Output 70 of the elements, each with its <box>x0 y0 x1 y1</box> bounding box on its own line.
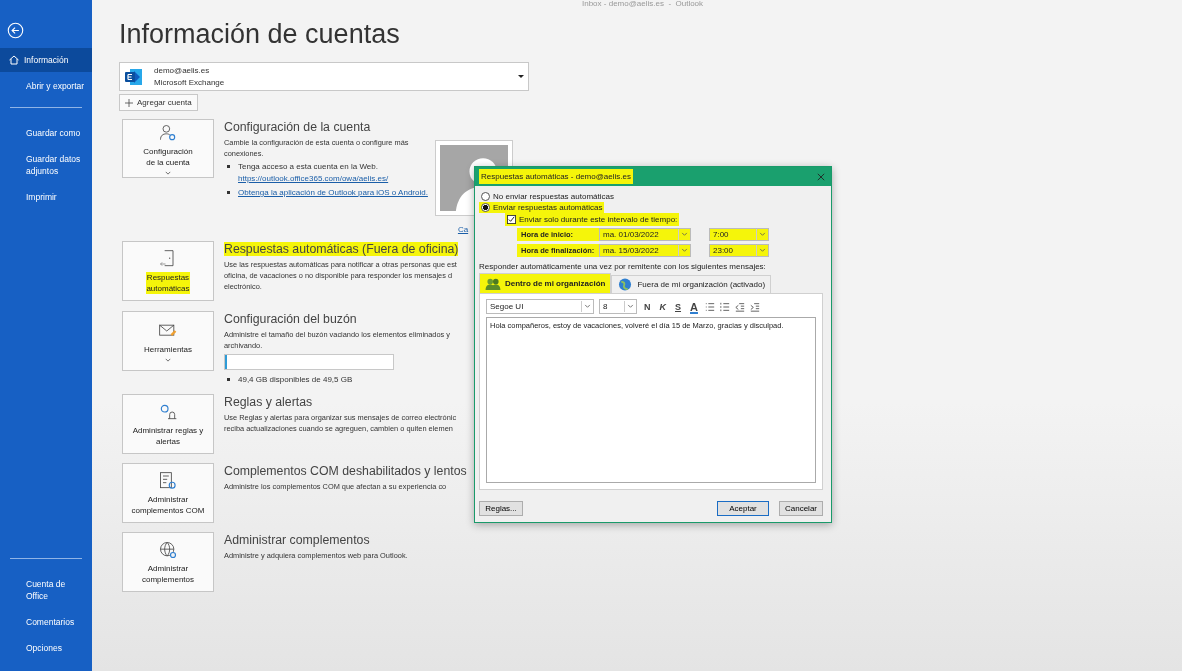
dropdown-arrow-icon <box>518 75 524 78</box>
sidebar-item[interactable]: Abrir y exportar <box>0 74 92 98</box>
sidebar-item[interactable]: Cuenta de Office <box>0 572 92 608</box>
dialog-button[interactable]: Reglas... <box>479 501 523 516</box>
exchange-logo <box>124 66 144 87</box>
font-selector[interactable]: Segoe UI <box>486 299 594 314</box>
checkbox-label: Enviar solo durante este intervalo de tiempo: <box>519 215 678 224</box>
link[interactable]: https://outlook.office365.com/owa/aelis.es/ <box>238 173 389 185</box>
radio-label: No enviar respuestas automáticas <box>493 192 614 201</box>
add-account-button[interactable]: Agregar cuenta <box>119 94 198 111</box>
bullet-list-icon[interactable] <box>704 301 715 312</box>
plus-icon <box>125 98 133 107</box>
chevron-icon <box>756 245 768 256</box>
decrease-indent-icon[interactable] <box>734 301 745 312</box>
checkbox[interactable] <box>507 215 516 224</box>
change-link[interactable]: Ca <box>457 225 469 234</box>
tile-button[interactable]: Administrar complementos <box>122 532 214 592</box>
chevron-icon <box>678 245 690 256</box>
tile-button[interactable]: Respuestas automáticas <box>122 241 214 301</box>
time-picker[interactable]: 7:00 <box>709 228 769 241</box>
radio-label: Enviar respuestas automáticas <box>493 203 603 212</box>
account-selector[interactable]: demo@aelis.es Microsoft Exchange <box>119 62 529 91</box>
chevron-icon <box>581 301 593 312</box>
window-title: Inbox - demo@aelis.es - Outlook <box>582 0 705 9</box>
chevron-icon <box>756 229 768 240</box>
section-heading: Complementos COM deshabilitados y lentos <box>224 464 467 478</box>
tab[interactable]: Fuera de mi organización (activado) <box>611 275 772 293</box>
format-button[interactable]: A <box>688 300 700 313</box>
bullet-text: Tenga acceso a esta cuenta en la Web. <box>238 161 379 173</box>
format-button[interactable]: K <box>657 301 668 312</box>
sidebar-item[interactable]: Guardar datos adjuntos <box>0 147 92 183</box>
storage-text: 49,4 GB disponibles de 49,5 GB <box>238 374 353 386</box>
radio-button[interactable] <box>481 203 490 212</box>
sidebar-item[interactable]: Comentarios <box>0 610 92 634</box>
increase-indent-icon[interactable] <box>749 301 760 312</box>
sidebar-item[interactable]: Guardar como <box>0 121 92 145</box>
section-heading: Administrar complementos <box>224 533 370 547</box>
chevron-icon <box>678 229 690 240</box>
tile-button[interactable]: Herramientas <box>122 311 214 371</box>
format-button[interactable]: S <box>673 301 683 312</box>
format-button[interactable]: N <box>642 301 653 312</box>
section-heading: Configuración de la cuenta <box>224 120 371 134</box>
home-icon <box>8 54 20 66</box>
link[interactable]: Obtenga la aplicación de Outlook para iOS o Android. <box>238 187 428 199</box>
tile-button[interactable]: Configuración de la cuenta <box>122 119 214 178</box>
prompt-text: Responder automáticamente una vez por remitente con los siguientes mensajes: <box>479 262 767 271</box>
globe-icon <box>617 278 634 291</box>
font-size-selector[interactable]: 8 <box>599 299 637 314</box>
back-icon[interactable] <box>7 22 24 39</box>
date-picker[interactable]: ma. 01/03/2022 <box>599 228 691 241</box>
sidebar-item[interactable]: Información <box>0 48 92 72</box>
chevron-icon <box>624 301 636 312</box>
time-picker[interactable]: 23:00 <box>709 244 769 257</box>
dialog-button[interactable]: Cancelar <box>779 501 823 516</box>
sidebar-item[interactable]: Imprimir <box>0 185 92 209</box>
tab[interactable]: Dentro de mi organización <box>479 273 612 293</box>
date-picker[interactable]: ma. 15/03/2022 <box>599 244 691 257</box>
page-title: Información de cuentas <box>119 19 401 50</box>
sidebar-item[interactable]: Opciones <box>0 636 92 660</box>
tile-button[interactable]: Administrar complementos COM <box>122 463 214 523</box>
section-heading: Respuestas automáticas (Fuera de oficina) <box>224 242 459 256</box>
tile-button[interactable]: Administrar reglas y alertas <box>122 394 214 454</box>
dialog-button[interactable]: Aceptar <box>717 501 769 516</box>
radio-button[interactable] <box>481 192 490 201</box>
section-heading: Configuración del buzón <box>224 312 357 326</box>
dialog-title: Respuestas automáticas - demo@aelis.es <box>479 169 633 184</box>
numbered-list-icon[interactable] <box>719 301 730 312</box>
people-icon <box>485 277 501 290</box>
section-heading: Reglas y alertas <box>224 395 313 409</box>
close-icon[interactable] <box>817 172 825 181</box>
